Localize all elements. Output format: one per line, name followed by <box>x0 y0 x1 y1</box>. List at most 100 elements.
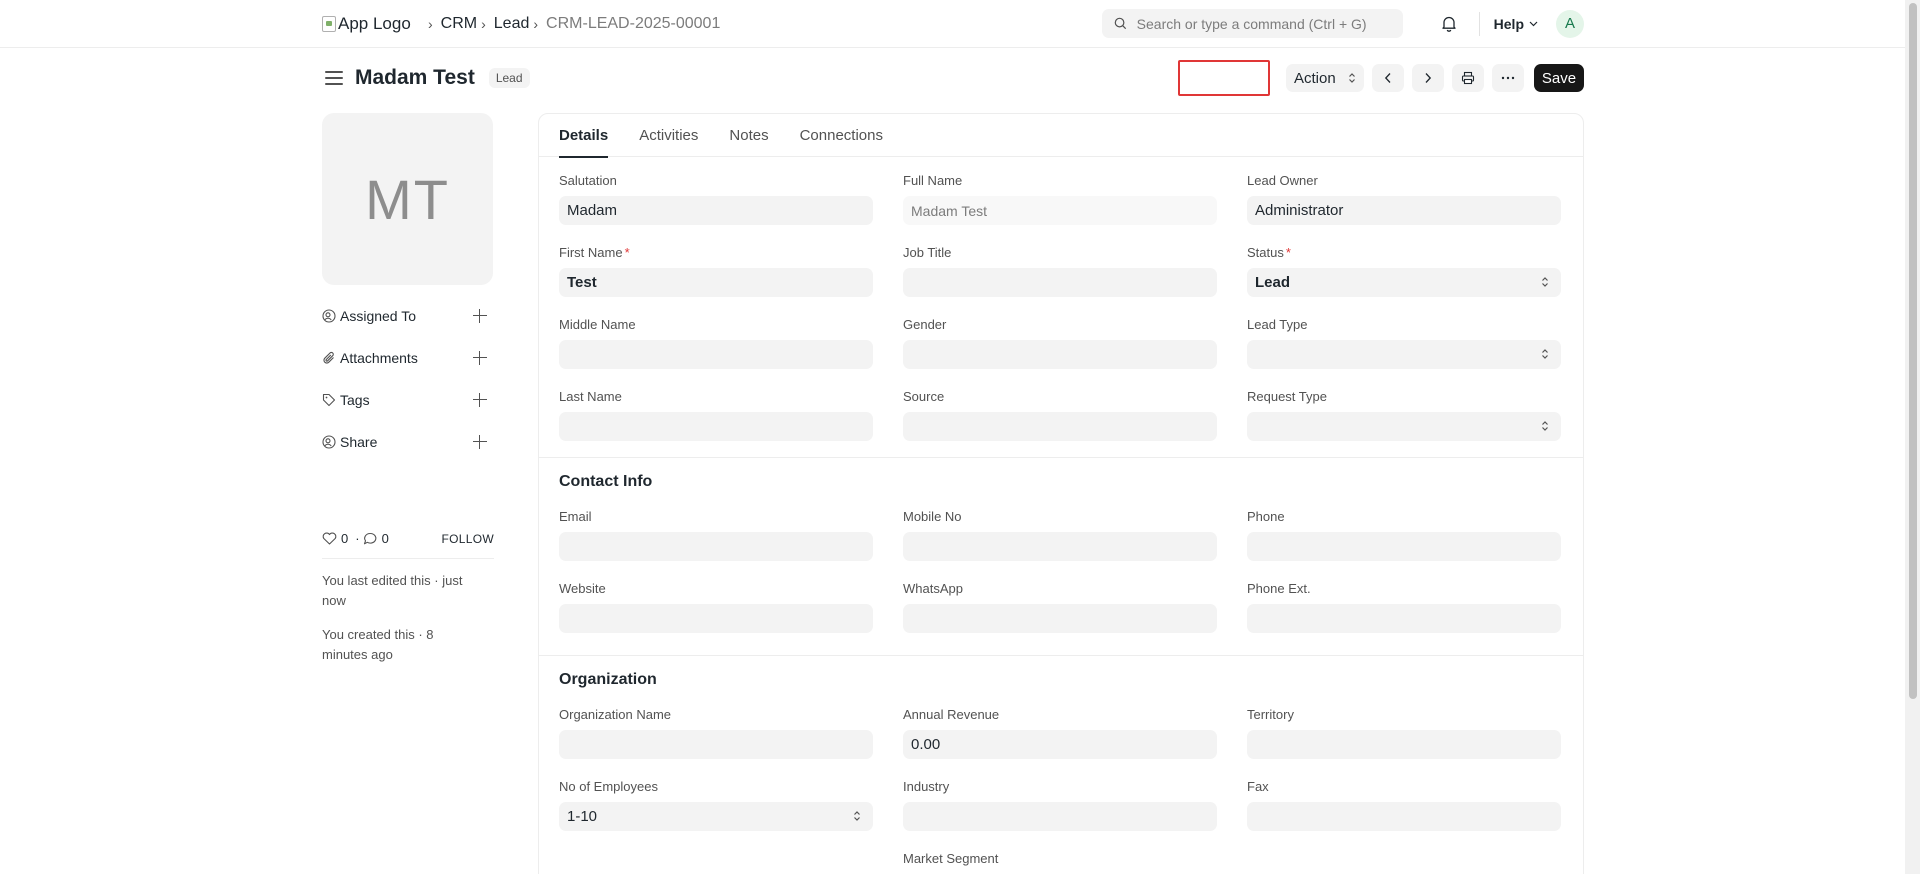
field-phone-ext: Phone Ext. <box>1247 567 1561 639</box>
field-phone: Phone <box>1247 495 1561 567</box>
breadcrumb-lead[interactable]: Lead <box>494 15 530 33</box>
record-avatar[interactable]: MT <box>322 113 493 285</box>
scrollbar-thumb[interactable] <box>1909 3 1917 699</box>
organization-section: Organization Organization Name Annual Re… <box>539 656 1583 874</box>
sidebar-item-label: Tags <box>340 392 370 408</box>
tab-connections[interactable]: Connections <box>800 114 883 157</box>
sidebar-item-tags[interactable]: Tags <box>322 379 494 421</box>
section-title[interactable]: Organization <box>559 656 1563 693</box>
app-logo[interactable]: App Logo <box>322 14 414 34</box>
lead-type-select[interactable] <box>1247 340 1561 369</box>
field-label: First Name * <box>559 245 873 261</box>
heart-icon[interactable] <box>322 532 337 545</box>
whatsapp-input[interactable] <box>903 604 1217 633</box>
annual-revenue-input[interactable]: 0.00 <box>903 730 1217 759</box>
fax-input[interactable] <box>1247 802 1561 831</box>
field-label: Lead Owner <box>1247 173 1318 188</box>
organization-name-input[interactable] <box>559 730 873 759</box>
sidebar-item-assigned-to[interactable]: Assigned To <box>322 295 494 337</box>
sidebar-item-attachments[interactable]: Attachments <box>322 337 494 379</box>
section-title[interactable]: Contact Info <box>559 458 1563 495</box>
industry-input[interactable] <box>903 802 1217 831</box>
field-job-title: Job Title <box>903 229 1217 301</box>
breadcrumb-crm[interactable]: CRM <box>441 15 477 33</box>
status-select[interactable]: Lead <box>1247 268 1561 297</box>
search-input[interactable]: Search or type a command (Ctrl + G) <box>1101 9 1403 38</box>
field-label: Organization Name <box>559 707 671 722</box>
chevron-left-icon <box>1384 73 1391 83</box>
no-of-employees-select[interactable]: 1-10 <box>559 802 873 831</box>
page-scrollbar[interactable] <box>1905 0 1920 874</box>
search-placeholder: Search or type a command (Ctrl + G) <box>1136 15 1367 32</box>
plus-icon[interactable] <box>472 392 488 408</box>
phone-input[interactable] <box>1247 532 1561 561</box>
lead-owner-input[interactable]: Administrator <box>1247 196 1561 225</box>
app-logo-alt-text: App Logo <box>338 13 411 33</box>
sidebar-toggle-icon[interactable] <box>325 71 343 85</box>
email-input[interactable] <box>559 532 873 561</box>
gender-input[interactable] <box>903 340 1217 369</box>
chevron-right-icon: › <box>428 15 433 32</box>
territory-input[interactable] <box>1247 730 1561 759</box>
help-label: Help <box>1493 15 1524 32</box>
field-email: Email <box>559 495 873 567</box>
mobile-no-input[interactable] <box>903 532 1217 561</box>
tab-details[interactable]: Details <box>559 114 609 158</box>
last-name-input[interactable] <box>559 412 873 441</box>
more-options-button[interactable] <box>1492 64 1524 92</box>
printer-icon <box>1461 71 1475 85</box>
sidebar-item-share[interactable]: Share <box>322 421 494 463</box>
previous-record-button[interactable] <box>1372 64 1404 92</box>
action-label: Action <box>1294 69 1336 87</box>
highlighted-empty-button[interactable] <box>1178 60 1270 96</box>
salutation-input[interactable]: Madam <box>559 196 873 225</box>
sidebar-item-label: Share <box>340 434 378 450</box>
phone-ext-input[interactable] <box>1247 604 1561 633</box>
website-input[interactable] <box>559 604 873 633</box>
help-dropdown[interactable]: Help <box>1494 16 1538 32</box>
status-select-value: Lead <box>1255 274 1291 291</box>
page-title: Madam Test <box>355 66 475 89</box>
source-input[interactable] <box>903 412 1217 441</box>
field-label: Lead Type <box>1247 317 1308 332</box>
timeline-last-edited: You last edited this · just now <box>322 573 463 608</box>
request-type-select[interactable] <box>1247 412 1561 441</box>
save-button[interactable]: Save <box>1534 64 1584 92</box>
field-label: No of Employees <box>559 779 658 794</box>
field-request-type: Request Type <box>1247 373 1561 445</box>
field-status: Status * Lead <box>1247 229 1561 301</box>
updown-chevron-icon <box>1542 349 1548 359</box>
first-name-input[interactable]: Test <box>559 268 873 297</box>
next-record-button[interactable] <box>1412 64 1444 92</box>
breadcrumb-current[interactable]: CRM-LEAD-2025-00001 <box>546 15 720 33</box>
print-button[interactable] <box>1452 64 1484 92</box>
comment-icon[interactable] <box>363 532 378 546</box>
bell-icon <box>1442 16 1456 32</box>
page-header: Madam Test Lead Action Save <box>322 60 1584 96</box>
field-first-name: First Name * Test <box>559 229 873 301</box>
field-label: Phone Ext. <box>1247 581 1311 596</box>
field-label: Last Name <box>559 389 622 404</box>
action-dropdown-button[interactable]: Action <box>1286 64 1364 92</box>
plus-icon[interactable] <box>472 350 488 366</box>
job-title-input[interactable] <box>903 268 1217 297</box>
field-label: Middle Name <box>559 317 636 332</box>
plus-icon[interactable] <box>472 308 488 324</box>
follow-button[interactable]: FOLLOW <box>442 532 494 546</box>
updown-chevron-icon <box>854 811 860 821</box>
tab-activities[interactable]: Activities <box>639 114 698 157</box>
field-organization-name: Organization Name <box>559 693 873 765</box>
field-territory: Territory <box>1247 693 1561 765</box>
tab-notes[interactable]: Notes <box>729 114 768 157</box>
middle-name-input[interactable] <box>559 340 873 369</box>
engagement-stats: 0 · 0 FOLLOW <box>322 531 494 559</box>
no-of-employees-select-value: 1-10 <box>567 808 598 825</box>
breadcrumb: › CRM › Lead › CRM-LEAD-2025-00001 <box>424 15 720 33</box>
field-label: Request Type <box>1247 389 1327 404</box>
notifications-button[interactable] <box>1431 15 1467 32</box>
field-no-of-employees: No of Employees 1-10 <box>559 765 873 837</box>
plus-icon[interactable] <box>472 434 488 450</box>
field-label: Salutation <box>559 173 617 188</box>
chevron-down-icon <box>1529 21 1538 26</box>
user-avatar[interactable]: A <box>1556 9 1584 38</box>
